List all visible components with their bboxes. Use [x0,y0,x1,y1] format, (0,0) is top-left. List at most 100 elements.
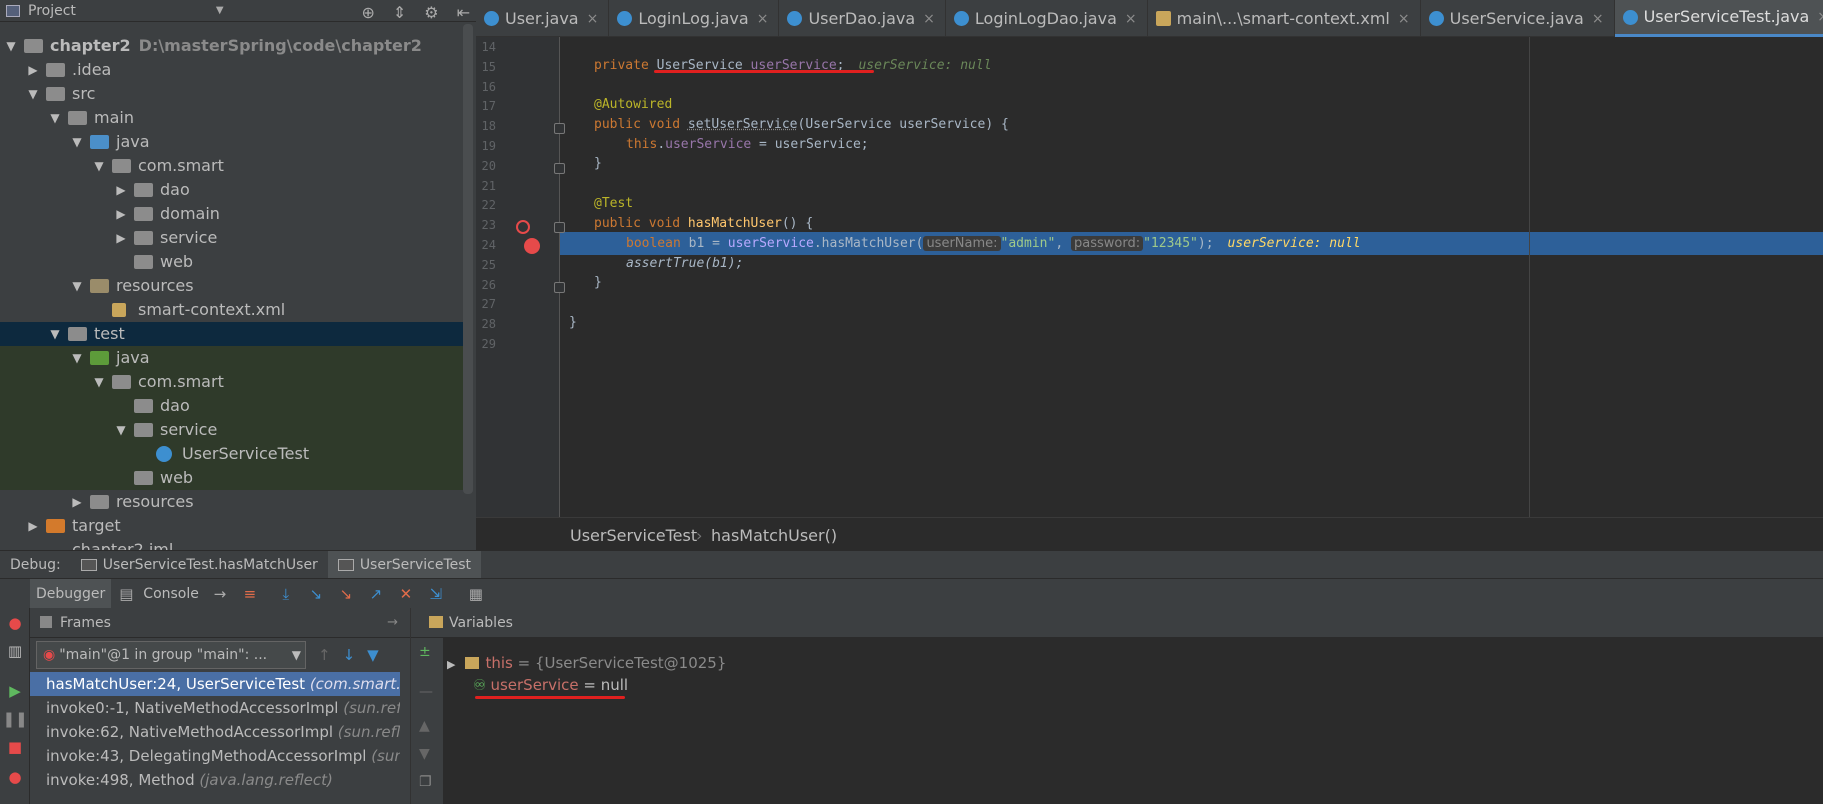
hide-icon[interactable]: ⇤ [457,3,470,22]
stop-icon[interactable]: ■ [6,738,24,756]
show-execution-point-icon[interactable]: ≡ [241,585,259,603]
tree-item[interactable]: ▼ chapter2 D:\masterSpring\code\chapter2 [0,34,464,58]
evaluate-expression-icon[interactable]: ▦ [467,585,485,603]
breakpoint-error-icon[interactable]: ● [6,614,24,632]
step-into-icon[interactable]: ↘ [307,585,325,603]
line-number[interactable]: 23 [476,218,496,232]
filter-icon[interactable]: ▼ [367,646,379,664]
move-up-icon[interactable]: ▲ [419,718,430,734]
tree-item[interactable]: ▼ com.smart [0,370,464,394]
force-step-into-icon[interactable]: ↘ [337,585,355,603]
breadcrumb-class[interactable]: UserServiceTest [570,526,697,545]
stack-frame[interactable]: invoke0:-1, NativeMethodAccessorImpl (su… [30,696,400,720]
tree-item[interactable]: ▶ dao [0,178,464,202]
expanded-arrow-icon[interactable]: ▼ [70,346,84,370]
editor-tab[interactable]: LoginLog.java × [609,0,780,37]
close-icon[interactable]: × [757,1,769,37]
tree-item[interactable]: ▼ com.smart [0,154,464,178]
new-watch-icon[interactable]: ± [419,644,431,660]
pin-icon[interactable]: → [387,608,398,638]
stack-frame[interactable]: hasMatchUser:24, UserServiceTest (com.sm… [30,672,400,696]
variable-userservice[interactable]: ♾ userService = null [473,676,628,694]
gear-icon[interactable]: ⚙ [424,3,438,22]
collapsed-arrow-icon[interactable]: ▶ [70,490,84,514]
collapsed-arrow-icon[interactable]: ▶ [114,226,128,250]
expanded-arrow-icon[interactable]: ▼ [70,274,84,298]
editor-tab[interactable]: main\...\smart-context.xml × [1148,0,1421,37]
tab-console[interactable]: Console [137,579,205,609]
tree-item[interactable]: ▼ java [0,346,464,370]
tree-item[interactable]: ▼ main [0,106,464,130]
line-number[interactable]: 20 [476,159,496,173]
fold-icon[interactable] [554,162,565,174]
expanded-arrow-icon[interactable]: ▼ [70,130,84,154]
editor-tab[interactable]: UserServiceTest.java × [1614,0,1823,37]
pause-icon[interactable]: ❚❚ [2,710,27,728]
step-out-icon[interactable]: ↗ [367,585,385,603]
line-number[interactable]: 17 [476,99,496,113]
debug-session-tab[interactable]: UserServiceTest.hasMatchUser [71,551,328,579]
resume-icon[interactable]: ▶ [6,682,24,700]
fold-icon[interactable] [554,222,565,234]
line-number[interactable]: 19 [476,139,496,153]
project-scrollbar[interactable] [463,24,473,494]
expanded-arrow-icon[interactable]: ▼ [92,154,106,178]
frame-down-icon[interactable]: ↓ [343,646,356,664]
close-icon[interactable]: × [1592,1,1604,37]
tree-item[interactable]: UserServiceTest [0,442,464,466]
close-icon[interactable]: × [1398,1,1410,37]
line-number[interactable]: 29 [476,337,496,351]
editor-tab[interactable]: UserDao.java × [779,0,946,37]
fold-icon[interactable] [554,123,565,135]
editor-tab[interactable]: UserService.java × [1421,0,1615,37]
tree-item[interactable]: ▼ test [0,322,464,346]
expanded-arrow-icon[interactable]: ▼ [114,418,128,442]
tree-item[interactable]: ▶ domain [0,202,464,226]
project-title[interactable]: Project [28,3,76,19]
breakpoint-icon[interactable] [524,238,540,254]
line-number[interactable]: 24 [476,238,496,252]
console-arrow-icon[interactable]: → [211,585,229,603]
copy-icon[interactable]: ❐ [419,774,432,790]
line-number[interactable]: 26 [476,278,496,292]
breadcrumb-method[interactable]: hasMatchUser() [711,526,837,545]
editor-tab[interactable]: User.java × [476,0,610,37]
close-icon[interactable]: × [1817,0,1823,35]
line-number[interactable]: 14 [476,40,496,54]
method-breakpoint-icon[interactable] [516,220,530,235]
remove-watch-icon[interactable]: — [419,684,433,700]
line-number[interactable]: 27 [476,297,496,311]
collapse-icon[interactable]: ⇕ [393,3,406,22]
line-number[interactable]: 25 [476,258,496,272]
expanded-arrow-icon[interactable]: ▼ [48,322,62,346]
step-over-icon[interactable]: ⤓ [277,585,295,603]
stack-frame[interactable]: invoke:62, NativeMethodAccessorImpl (sun… [30,720,400,744]
line-number[interactable]: 18 [476,119,496,133]
tree-item[interactable]: ▶ resources [0,490,464,514]
tree-item[interactable]: ▼ resources [0,274,464,298]
tree-item[interactable]: ▶ .idea [0,58,464,82]
stack-frame[interactable]: invoke:498, Method (java.lang.reflect) [30,768,400,792]
tree-item[interactable]: smart-context.xml [0,298,464,322]
collapsed-arrow-icon[interactable]: ▶ [26,58,40,82]
tree-item[interactable]: web [0,250,464,274]
debug-session-tab[interactable]: UserServiceTest [327,550,482,579]
line-number[interactable]: 22 [476,198,496,212]
close-icon[interactable]: × [923,1,935,37]
code-editor[interactable]: 14 15 16 17 18 19 20 21 22 23 24 25 26 27 28 29 private… [476,37,1823,517]
close-icon[interactable]: × [587,1,599,37]
layout-icon[interactable]: ▥ [6,642,24,660]
line-number[interactable]: 16 [476,80,496,94]
fold-icon[interactable] [554,281,565,293]
tab-debugger[interactable]: Debugger [30,578,112,609]
thread-select[interactable]: ◉ "main"@1 in group "main": ... ▼ [36,641,306,669]
line-number[interactable]: 21 [476,179,496,193]
expanded-arrow-icon[interactable]: ▼ [26,82,40,106]
variable-this[interactable]: ▶ this = {UserServiceTest@1025} [447,654,726,672]
tree-item[interactable]: web [0,466,464,490]
locate-icon[interactable]: ⊕ [361,3,374,22]
collapsed-arrow-icon[interactable]: ▶ [26,514,40,538]
expanded-arrow-icon[interactable]: ▼ [4,34,18,58]
chevron-down-icon[interactable]: ▼ [216,5,224,16]
expanded-arrow-icon[interactable]: ▼ [92,370,106,394]
